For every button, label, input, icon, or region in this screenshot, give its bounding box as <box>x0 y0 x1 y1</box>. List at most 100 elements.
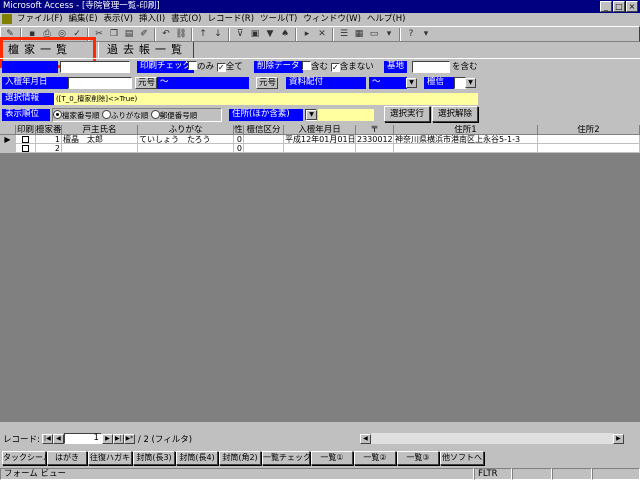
record-number-input[interactable]: 1 <box>63 433 102 444</box>
sort-asc-icon[interactable]: ↑ <box>196 28 210 41</box>
menu-window[interactable]: ウィンドウ(W) <box>300 13 364 25</box>
print-checkbox[interactable] <box>16 135 36 144</box>
cell-kubun[interactable] <box>244 144 284 153</box>
kubun-dropdown-icon[interactable]: ▼ <box>465 78 476 88</box>
print-checkbox[interactable] <box>16 144 36 153</box>
exclude-checkbox[interactable]: ✓ <box>330 63 340 72</box>
sort-desc-icon[interactable]: ↓ <box>211 28 225 41</box>
new-record-icon[interactable]: ▸ <box>300 28 314 41</box>
properties-icon[interactable]: ☰ <box>337 28 351 41</box>
danka-number-input[interactable] <box>60 61 130 73</box>
filter-selection-icon[interactable]: ⊽ <box>233 28 247 41</box>
include-checkbox[interactable] <box>302 61 311 70</box>
row-selector[interactable] <box>0 144 16 153</box>
cell-address2[interactable] <box>538 135 640 144</box>
col-header-kubun[interactable]: 檀信区分 <box>244 125 284 135</box>
help-icon[interactable]: ? <box>404 28 418 41</box>
table-row[interactable]: 2 0 <box>0 144 640 153</box>
new-object-icon[interactable]: ▭ <box>367 28 381 41</box>
cell-danka-no[interactable]: 2 <box>36 144 62 153</box>
envelope-long4-button[interactable]: 封筒(長4) <box>176 451 218 465</box>
cell-kubun[interactable] <box>244 135 284 144</box>
menu-tools[interactable]: ツール(T) <box>257 13 300 25</box>
col-header-name[interactable]: 戸主氏名 <box>62 125 138 135</box>
menu-view[interactable]: 表示(V) <box>101 13 136 25</box>
cell-sex[interactable]: 0 <box>234 135 244 144</box>
col-header-zip[interactable]: 〒 <box>356 125 394 135</box>
cell-entry-date[interactable]: 平成12年01月01日 <box>284 135 356 144</box>
horizontal-scrollbar[interactable] <box>370 433 613 444</box>
envelope-kaku2-button[interactable]: 封筒(角2) <box>219 451 261 465</box>
undo-icon[interactable]: ↶ <box>159 28 173 41</box>
sort-kana-radio[interactable] <box>101 110 111 119</box>
current-row-indicator-icon[interactable]: ▶ <box>0 135 16 144</box>
chevron-down-icon[interactable]: ▾ <box>382 28 396 41</box>
cell-name[interactable]: 檀晶 太郎 <box>62 135 138 144</box>
sort-zip-radio[interactable] <box>150 110 160 119</box>
shiryo-range-field[interactable]: ～ <box>369 77 407 89</box>
cell-danka-no[interactable]: 1 <box>36 135 62 144</box>
first-record-icon[interactable]: |◀ <box>41 433 53 444</box>
col-header-kana[interactable]: ふりがな <box>138 125 234 135</box>
delete-record-icon[interactable]: ✕ <box>315 28 329 41</box>
run-selection-button[interactable]: 選択実行 <box>384 106 430 122</box>
postcard-button[interactable]: はがき <box>47 451 87 465</box>
cell-zip[interactable]: 2330012 <box>356 135 394 144</box>
cell-name[interactable] <box>62 144 138 153</box>
address-text-field[interactable] <box>318 109 374 121</box>
base-input[interactable] <box>412 61 450 73</box>
copy-icon[interactable]: ❐ <box>107 28 121 41</box>
menu-format[interactable]: 書式(O) <box>168 13 204 25</box>
hyperlink-icon[interactable]: ⛓ <box>174 28 188 41</box>
menu-help[interactable]: ヘルプ(H) <box>364 13 409 25</box>
last-record-icon[interactable]: ▶| <box>112 433 124 444</box>
cell-address1[interactable]: 神奈川県横浜市港南区上永谷5-1-3 <box>394 135 538 144</box>
scroll-right-icon[interactable]: ▶ <box>612 433 624 444</box>
address-dropdown-icon[interactable]: ▼ <box>306 110 317 120</box>
list-check-button[interactable]: 一覧チェック <box>262 451 311 465</box>
entry-date-from-input[interactable] <box>68 77 132 89</box>
apply-filter-icon[interactable]: ▼ <box>263 28 277 41</box>
tab-kakocho-list[interactable]: 過去帳一覧 <box>98 42 194 58</box>
menu-insert[interactable]: 挿入(I) <box>136 13 168 25</box>
chevron-down-icon[interactable]: ▾ <box>419 28 433 41</box>
menu-edit[interactable]: 編集(E) <box>66 13 101 25</box>
cell-kana[interactable] <box>138 144 234 153</box>
cell-zip[interactable] <box>356 144 394 153</box>
menu-records[interactable]: レコード(R) <box>204 13 257 25</box>
new-record-nav-icon[interactable]: ▶* <box>123 433 135 444</box>
filter-form-icon[interactable]: ▣ <box>248 28 262 41</box>
col-header-address1[interactable]: 住所1 <box>394 125 538 135</box>
only-checkbox[interactable] <box>188 61 197 70</box>
cell-address1[interactable] <box>394 144 538 153</box>
maximize-button[interactable]: □ <box>613 1 625 12</box>
clear-selection-button[interactable]: 選択解除 <box>432 106 478 122</box>
entry-date-to-field[interactable]: ～ <box>157 77 249 89</box>
sort-danka-radio[interactable] <box>53 110 62 119</box>
col-header-entry-date[interactable]: 入檀年月日 <box>284 125 356 135</box>
format-painter-icon[interactable]: ✐ <box>137 28 151 41</box>
table-row[interactable]: ▶ 1 檀晶 太郎 ていしょう たろう 0 平成12年01月01日 233001… <box>0 135 640 144</box>
prev-record-icon[interactable]: ◀ <box>52 433 64 444</box>
list2-button[interactable]: 一覧② <box>354 451 396 465</box>
access-app-icon[interactable] <box>2 14 12 24</box>
next-record-icon[interactable]: ▶ <box>101 433 113 444</box>
col-header-print[interactable]: 印刷 <box>16 125 36 135</box>
gengo-from-button[interactable]: 元号 <box>135 77 157 89</box>
menu-file[interactable]: ファイル(F) <box>14 13 66 25</box>
label-seal-button[interactable]: タックシール <box>2 451 51 465</box>
list3-button[interactable]: 一覧③ <box>397 451 439 465</box>
cell-entry-date[interactable] <box>284 144 356 153</box>
gengo-to-button[interactable]: 元号 <box>256 77 278 89</box>
return-postcard-button[interactable]: 往復ハガキ <box>88 451 132 465</box>
shiryo-dropdown-icon[interactable]: ▼ <box>406 78 417 88</box>
cell-kana[interactable]: ていしょう たろう <box>138 135 234 144</box>
close-button[interactable]: × <box>626 1 638 12</box>
list1-button[interactable]: 一覧① <box>311 451 353 465</box>
find-icon[interactable]: ♠ <box>278 28 292 41</box>
paste-icon[interactable]: ▤ <box>122 28 136 41</box>
export-button[interactable]: 他ソフトへ <box>440 451 484 465</box>
minimize-button[interactable]: _ <box>600 1 612 12</box>
col-header-address2[interactable]: 住所2 <box>538 125 640 135</box>
cell-address2[interactable] <box>538 144 640 153</box>
